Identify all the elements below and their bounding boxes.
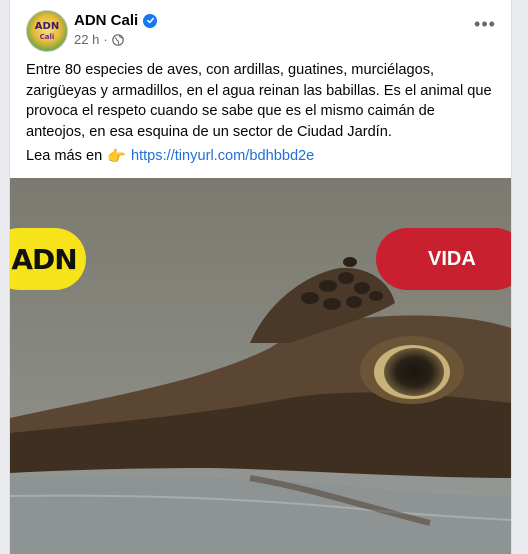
post-meta: 22 h · (74, 32, 124, 47)
article-link[interactable]: https://tinyurl.com/bdhbbd2e (131, 148, 314, 164)
post-card: ADN Cali ADN Cali 22 h · ••• Entre 80 es… (9, 0, 512, 554)
page-avatar[interactable]: ADN Cali (26, 10, 68, 52)
page-name[interactable]: ADN Cali (74, 12, 138, 29)
post-header: ADN Cali ADN Cali 22 h · ••• (26, 10, 495, 54)
adn-logo: ADN (10, 228, 86, 290)
read-more-line: Lea más en 👉 https://tinyurl.com/bdhbbd2… (26, 147, 314, 165)
separator-dot: · (103, 32, 108, 47)
more-horizontal-icon: ••• (474, 13, 496, 34)
pointing-hand-icon: 👉 (107, 148, 126, 165)
avatar-text-sub: Cali (39, 33, 55, 41)
post-text: Entre 80 especies de aves, con ardillas,… (26, 62, 492, 140)
avatar-text-main: ADN (34, 21, 60, 32)
section-badge-label: VIDA (428, 247, 476, 270)
name-row: ADN Cali (74, 12, 158, 29)
adn-logo-text: ADN (11, 242, 77, 276)
globe-icon[interactable] (111, 33, 124, 46)
section-badge: VIDA (376, 228, 511, 290)
more-options-button[interactable]: ••• (467, 12, 503, 36)
read-more-label: Lea más en (26, 148, 103, 164)
post-timestamp[interactable]: 22 h (74, 32, 99, 47)
verified-badge-icon (143, 13, 158, 28)
post-image[interactable]: ADN VIDA (10, 178, 511, 554)
